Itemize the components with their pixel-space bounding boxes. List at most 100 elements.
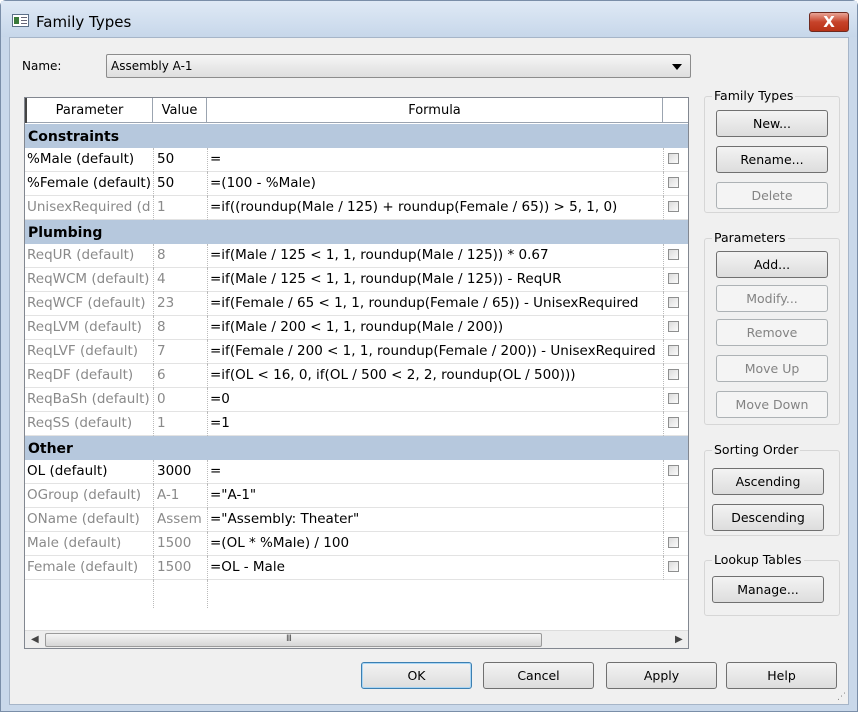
table-row[interactable]: OName (default) Assem ="Assembly: Theater" — [25, 508, 688, 532]
formula-cell[interactable]: =0 — [207, 388, 663, 412]
table-row[interactable]: OL (default) 3000 = — [25, 460, 688, 484]
value-cell[interactable]: 1 — [153, 412, 207, 436]
table-row[interactable]: Male (default) 1500 =(OL * %Male) / 100 — [25, 532, 688, 556]
value-cell[interactable]: 1 — [153, 196, 207, 220]
cancel-button[interactable]: Cancel — [483, 662, 594, 689]
descending-button[interactable]: Descending — [712, 504, 824, 531]
value-cell[interactable]: 50 — [153, 148, 207, 172]
help-button[interactable]: Help — [726, 662, 837, 689]
scroll-left-icon[interactable]: ◀ — [31, 634, 39, 645]
formula-cell[interactable]: =if((roundup(Male / 125) + roundup(Femal… — [207, 196, 663, 220]
scrollbar-thumb[interactable]: III — [45, 633, 542, 647]
move-down-button[interactable]: Move Down — [716, 391, 828, 418]
formula-cell[interactable]: = — [207, 148, 663, 172]
value-cell[interactable]: 1500 — [153, 532, 207, 556]
column-header-parameter[interactable]: Parameter — [25, 98, 153, 123]
formula-cell[interactable]: = — [207, 460, 663, 484]
formula-cell[interactable]: =(OL * %Male) / 100 — [207, 532, 663, 556]
remove-parameter-button[interactable]: Remove — [716, 319, 828, 346]
table-row[interactable]: UnisexRequired (d 1 =if((roundup(Male / 12… — [25, 196, 688, 220]
value-cell[interactable]: 4 — [153, 268, 207, 292]
horizontal-scrollbar[interactable]: ◀ III ▶ — [25, 630, 688, 648]
value-cell[interactable]: 6 — [153, 364, 207, 388]
new-type-button[interactable]: New... — [716, 110, 828, 137]
table-row[interactable]: ReqLVM (default) 8 =if(Male / 200 < 1, 1, … — [25, 316, 688, 340]
modify-parameter-button[interactable]: Modify... — [716, 285, 828, 312]
lock-checkbox[interactable] — [668, 297, 679, 308]
lock-checkbox[interactable] — [668, 393, 679, 404]
formula-cell[interactable]: =if(Male / 125 < 1, 1, roundup(Male / 12… — [207, 244, 663, 268]
scroll-right-icon[interactable]: ▶ — [675, 634, 683, 645]
ok-button[interactable]: OK — [361, 662, 472, 689]
lock-checkbox[interactable] — [668, 345, 679, 356]
table-row[interactable]: %Female (default) 50 =(100 - %Male) — [25, 172, 688, 196]
add-parameter-button[interactable]: Add... — [716, 251, 828, 278]
value-cell[interactable]: 3000 — [153, 460, 207, 484]
formula-cell[interactable]: ="Assembly: Theater" — [207, 508, 663, 532]
move-up-button[interactable]: Move Up — [716, 355, 828, 382]
value-cell[interactable]: 7 — [153, 340, 207, 364]
resize-grip-icon[interactable]: ⋰ — [837, 692, 846, 702]
lock-checkbox[interactable] — [668, 561, 679, 572]
formula-cell[interactable]: =(100 - %Male) — [207, 172, 663, 196]
name-dropdown[interactable]: Assembly A-1 — [106, 54, 691, 78]
value-cell[interactable]: 1500 — [153, 556, 207, 580]
lock-checkbox[interactable] — [668, 153, 679, 164]
value-cell[interactable]: 8 — [153, 316, 207, 340]
table-row[interactable]: ReqWCF (default) 23 =if(Female / 65 < 1, 1… — [25, 292, 688, 316]
apply-button[interactable]: Apply — [606, 662, 717, 689]
value-cell[interactable]: Assem — [153, 508, 207, 532]
lookup-tables-group: Lookup Tables Manage... — [704, 552, 840, 616]
table-row[interactable]: OGroup (default) A-1 ="A-1" — [25, 484, 688, 508]
ascending-button[interactable]: Ascending — [712, 468, 824, 495]
lock-checkbox[interactable] — [668, 369, 679, 380]
lock-checkbox[interactable] — [668, 249, 679, 260]
formula-cell[interactable]: =if(OL < 16, 0, if(OL / 500 < 2, 2, roun… — [207, 364, 663, 388]
group-header-other[interactable]: Other — [25, 436, 688, 460]
lock-checkbox[interactable] — [668, 273, 679, 284]
lookup-tables-group-label: Lookup Tables — [712, 552, 804, 567]
title-bar[interactable]: Family Types X — [1, 1, 857, 37]
lock-checkbox[interactable] — [668, 537, 679, 548]
formula-cell[interactable]: =if(Male / 125 < 1, 1, roundup(Male / 12… — [207, 268, 663, 292]
value-cell[interactable]: 0 — [153, 388, 207, 412]
dialog-body: Name: Assembly A-1 Parameter Value Formu… — [9, 37, 849, 705]
lock-cell — [663, 484, 688, 508]
table-body: Constraints %Male (default) 50 = %Female (de… — [25, 124, 688, 608]
table-row[interactable]: ReqLVF (default) 7 =if(Female / 200 < 1, 1… — [25, 340, 688, 364]
lock-checkbox[interactable] — [668, 177, 679, 188]
formula-cell[interactable]: =if(Female / 65 < 1, 1, roundup(Female /… — [207, 292, 663, 316]
lock-checkbox[interactable] — [668, 201, 679, 212]
group-header-constraints[interactable]: Constraints — [25, 124, 688, 148]
value-cell[interactable]: 50 — [153, 172, 207, 196]
sorting-order-group: Sorting Order Ascending Descending — [704, 442, 840, 536]
manage-lookup-tables-button[interactable]: Manage... — [712, 576, 824, 603]
lock-checkbox[interactable] — [668, 465, 679, 476]
table-row[interactable]: ReqUR (default) 8 =if(Male / 125 < 1, 1, r… — [25, 244, 688, 268]
lock-checkbox[interactable] — [668, 417, 679, 428]
table-row[interactable]: ReqDF (default) 6 =if(OL < 16, 0, if(OL / … — [25, 364, 688, 388]
column-header-formula[interactable]: Formula — [207, 98, 663, 123]
delete-type-button[interactable]: Delete — [716, 182, 828, 209]
parameter-name-cell: ReqUR (default) — [27, 247, 135, 263]
formula-cell[interactable]: ="A-1" — [207, 484, 663, 508]
value-cell[interactable]: 8 — [153, 244, 207, 268]
table-row[interactable]: %Male (default) 50 = — [25, 148, 688, 172]
formula-cell[interactable]: =1 — [207, 412, 663, 436]
lock-checkbox[interactable] — [668, 321, 679, 332]
table-row[interactable]: Female (default) 1500 =OL - Male — [25, 556, 688, 580]
rename-type-button[interactable]: Rename... — [716, 146, 828, 173]
parameter-name-cell: %Female (default) — [27, 175, 151, 191]
formula-cell[interactable]: =OL - Male — [207, 556, 663, 580]
group-header-plumbing[interactable]: Plumbing — [25, 220, 688, 244]
value-cell[interactable]: 23 — [153, 292, 207, 316]
table-row[interactable]: ReqWCM (default) 4 =if(Male / 125 < 1, 1, … — [25, 268, 688, 292]
column-header-value[interactable]: Value — [153, 98, 207, 123]
formula-cell[interactable]: =if(Female / 200 < 1, 1, roundup(Female … — [207, 340, 663, 364]
family-types-icon — [12, 14, 29, 27]
formula-cell[interactable]: =if(Male / 200 < 1, 1, roundup(Male / 20… — [207, 316, 663, 340]
table-row[interactable]: ReqSS (default) 1 =1 — [25, 412, 688, 436]
value-cell[interactable]: A-1 — [153, 484, 207, 508]
close-button[interactable]: X — [809, 12, 849, 32]
table-row[interactable]: ReqBaSh (default) 0 =0 — [25, 388, 688, 412]
